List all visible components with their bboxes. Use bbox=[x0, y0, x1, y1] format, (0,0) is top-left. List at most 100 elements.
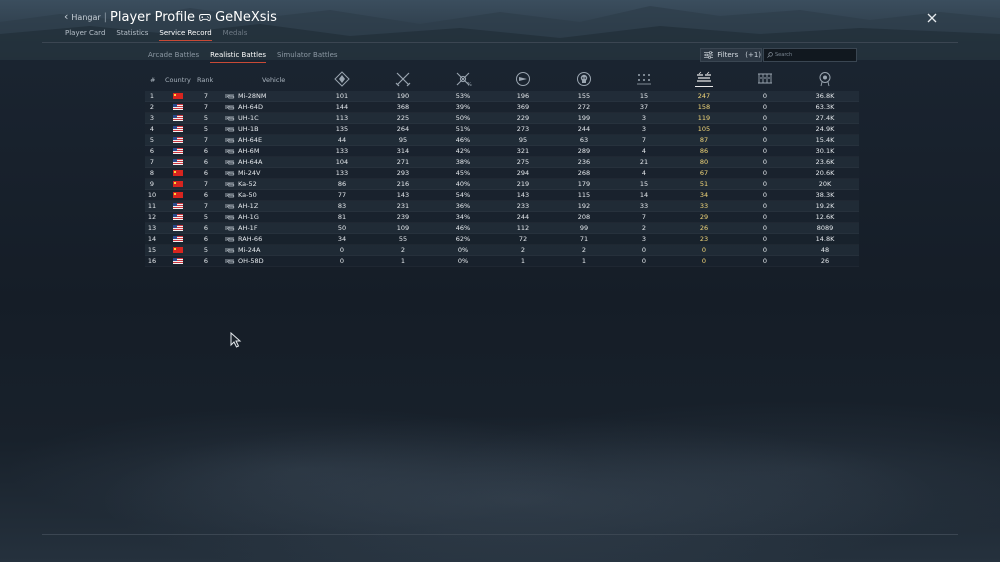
stat-win-rate: 39% bbox=[455, 103, 471, 111]
stat-deaths: 268 bbox=[577, 169, 591, 177]
stat-deaths: 289 bbox=[577, 147, 591, 155]
table-row[interactable]: 5 7 AH-64E 44 95 46% 95 63 7 87 0 15.4K bbox=[145, 135, 859, 146]
table-row[interactable]: 10 6 Ka-50 77 143 54% 143 115 14 34 0 38.3K bbox=[145, 190, 859, 201]
table-row[interactable]: 14 6 RAH-66 34 55 62% 72 71 3 23 0 14.8K bbox=[145, 234, 859, 245]
usa-flag-icon bbox=[173, 115, 183, 121]
stat-battles: 0 bbox=[339, 257, 345, 265]
stat-battles: 104 bbox=[335, 158, 349, 166]
table-row[interactable]: 6 6 AH-6M 133 314 42% 321 289 4 86 0 30.1K bbox=[145, 146, 859, 157]
table-row[interactable]: 12 5 AH-1G 81 239 34% 244 208 7 29 0 12.6K bbox=[145, 212, 859, 223]
tab-statistics[interactable]: Statistics bbox=[116, 29, 148, 41]
table-row[interactable]: 4 5 UH-1B 135 264 51% 273 244 3 105 0 24.9K bbox=[145, 124, 859, 135]
filters-button[interactable]: Filters (+1) bbox=[700, 48, 762, 62]
stat-score: 27.4K bbox=[815, 114, 835, 122]
row-number: 12 bbox=[147, 213, 157, 221]
gamepad-icon bbox=[199, 13, 212, 21]
sliders-icon bbox=[704, 51, 714, 59]
vehicle-name: AH-6M bbox=[238, 147, 260, 155]
column-country[interactable]: Country bbox=[165, 76, 191, 84]
stat-respawns: 229 bbox=[516, 114, 530, 122]
stat-victories: 95 bbox=[398, 136, 408, 144]
stat-naval-targets: 0 bbox=[762, 224, 768, 232]
vehicle-rank: 7 bbox=[203, 103, 209, 111]
stat-air-targets: 0 bbox=[641, 246, 647, 254]
row-number: 10 bbox=[147, 191, 157, 199]
score-icon[interactable] bbox=[816, 71, 834, 87]
win-rate-icon[interactable]: % bbox=[454, 71, 472, 88]
table-row[interactable]: 11 7 AH-1Z 83 231 36% 233 192 33 33 0 19.2K bbox=[145, 201, 859, 212]
tab-service-record[interactable]: Service Record bbox=[159, 29, 212, 41]
vehicle-rank: 6 bbox=[203, 235, 209, 243]
table-row[interactable]: 3 5 UH-1C 113 225 50% 229 199 3 119 0 27.4K bbox=[145, 113, 859, 124]
row-number: 5 bbox=[149, 136, 155, 144]
stat-ground-targets: 34 bbox=[699, 191, 709, 199]
stat-air-targets: 3 bbox=[641, 114, 647, 122]
stat-respawns: 72 bbox=[518, 235, 528, 243]
stat-battles: 50 bbox=[337, 224, 347, 232]
table-row[interactable]: 9 7 Ka-52 86 216 40% 219 179 15 51 0 20K bbox=[145, 179, 859, 190]
stat-air-targets: 4 bbox=[641, 169, 647, 177]
stat-score: 38.3K bbox=[815, 191, 835, 199]
stat-win-rate: 50% bbox=[455, 114, 471, 122]
stat-deaths: 2 bbox=[581, 246, 587, 254]
stat-win-rate: 45% bbox=[455, 169, 471, 177]
search-field[interactable] bbox=[763, 48, 857, 62]
naval-targets-icon[interactable] bbox=[756, 71, 774, 87]
helicopter-icon bbox=[225, 160, 235, 165]
stat-victories: 264 bbox=[396, 125, 410, 133]
stat-naval-targets: 0 bbox=[762, 158, 768, 166]
vehicle-name: UH-1C bbox=[238, 114, 259, 122]
stat-win-rate: 40% bbox=[455, 180, 471, 188]
stat-deaths: 272 bbox=[577, 103, 591, 111]
china-flag-icon bbox=[173, 192, 183, 198]
back-to-hangar-button[interactable]: ‹ Hangar bbox=[64, 10, 101, 23]
vehicle-rank: 6 bbox=[203, 224, 209, 232]
vehicle-rank: 6 bbox=[203, 191, 209, 199]
stat-victories: 216 bbox=[396, 180, 410, 188]
tab-player-card[interactable]: Player Card bbox=[65, 29, 105, 41]
stat-battles: 135 bbox=[335, 125, 349, 133]
deaths-icon[interactable] bbox=[575, 71, 593, 87]
page-title: Player Profile bbox=[110, 9, 196, 25]
stat-naval-targets: 0 bbox=[762, 213, 768, 221]
search-input[interactable] bbox=[775, 52, 855, 58]
table-row[interactable]: 7 6 AH-64A 104 271 38% 275 236 21 80 0 23.6K bbox=[145, 157, 859, 168]
stat-ground-targets: 0 bbox=[701, 246, 707, 254]
vehicle-name: RAH-66 bbox=[238, 235, 263, 243]
row-number: 14 bbox=[147, 235, 157, 243]
filters-label: Filters bbox=[717, 51, 739, 59]
tab-medals[interactable]: Medals bbox=[223, 29, 248, 41]
column-vehicle[interactable]: Vehicle bbox=[262, 76, 285, 84]
header-divider bbox=[42, 42, 958, 43]
close-icon[interactable] bbox=[925, 11, 939, 25]
tab-simulator-battles[interactable]: Simulator Battles bbox=[277, 51, 338, 63]
table-row[interactable]: 1 7 Mi-28NM 101 190 53% 196 155 15 247 0 36.8K bbox=[145, 91, 859, 102]
stat-air-targets: 14 bbox=[639, 191, 649, 199]
victories-icon[interactable] bbox=[394, 71, 412, 87]
table-row[interactable]: 15 5 Mi-24A 0 2 0% 2 2 0 0 0 48 bbox=[145, 245, 859, 256]
chevron-left-icon: ‹ bbox=[64, 10, 69, 23]
stat-air-targets: 7 bbox=[641, 136, 647, 144]
stat-deaths: 99 bbox=[579, 224, 589, 232]
table-header: # Country Rank Vehicle % bbox=[0, 71, 1000, 89]
stat-air-targets: 3 bbox=[641, 235, 647, 243]
stat-win-rate: 51% bbox=[455, 125, 471, 133]
stat-victories: 368 bbox=[396, 103, 410, 111]
china-flag-icon bbox=[173, 170, 183, 176]
air-targets-icon[interactable] bbox=[635, 71, 653, 87]
tab-arcade-battles[interactable]: Arcade Battles bbox=[148, 51, 199, 63]
table-row[interactable]: 13 6 AH-1F 50 109 46% 112 99 2 26 0 8089 bbox=[145, 223, 859, 234]
respawns-icon[interactable] bbox=[514, 71, 532, 87]
table-row[interactable]: 16 6 OH-58D 0 1 0% 1 1 0 0 0 26 bbox=[145, 256, 859, 267]
ground-targets-icon[interactable] bbox=[695, 71, 713, 87]
vehicle-rank: 5 bbox=[203, 213, 209, 221]
battles-icon[interactable] bbox=[333, 71, 351, 87]
table-row[interactable]: 8 6 Mi-24V 133 293 45% 294 268 4 67 0 20.6K bbox=[145, 168, 859, 179]
tab-realistic-battles[interactable]: Realistic Battles bbox=[210, 51, 267, 63]
column-rank[interactable]: Rank bbox=[197, 76, 213, 84]
table-row[interactable]: 2 7 AH-64D 144 368 39% 369 272 37 158 0 63.3K bbox=[145, 102, 859, 113]
column-number[interactable]: # bbox=[150, 76, 155, 84]
stat-respawns: 219 bbox=[516, 180, 530, 188]
stat-ground-targets: 86 bbox=[699, 147, 709, 155]
stat-respawns: 1 bbox=[520, 257, 526, 265]
